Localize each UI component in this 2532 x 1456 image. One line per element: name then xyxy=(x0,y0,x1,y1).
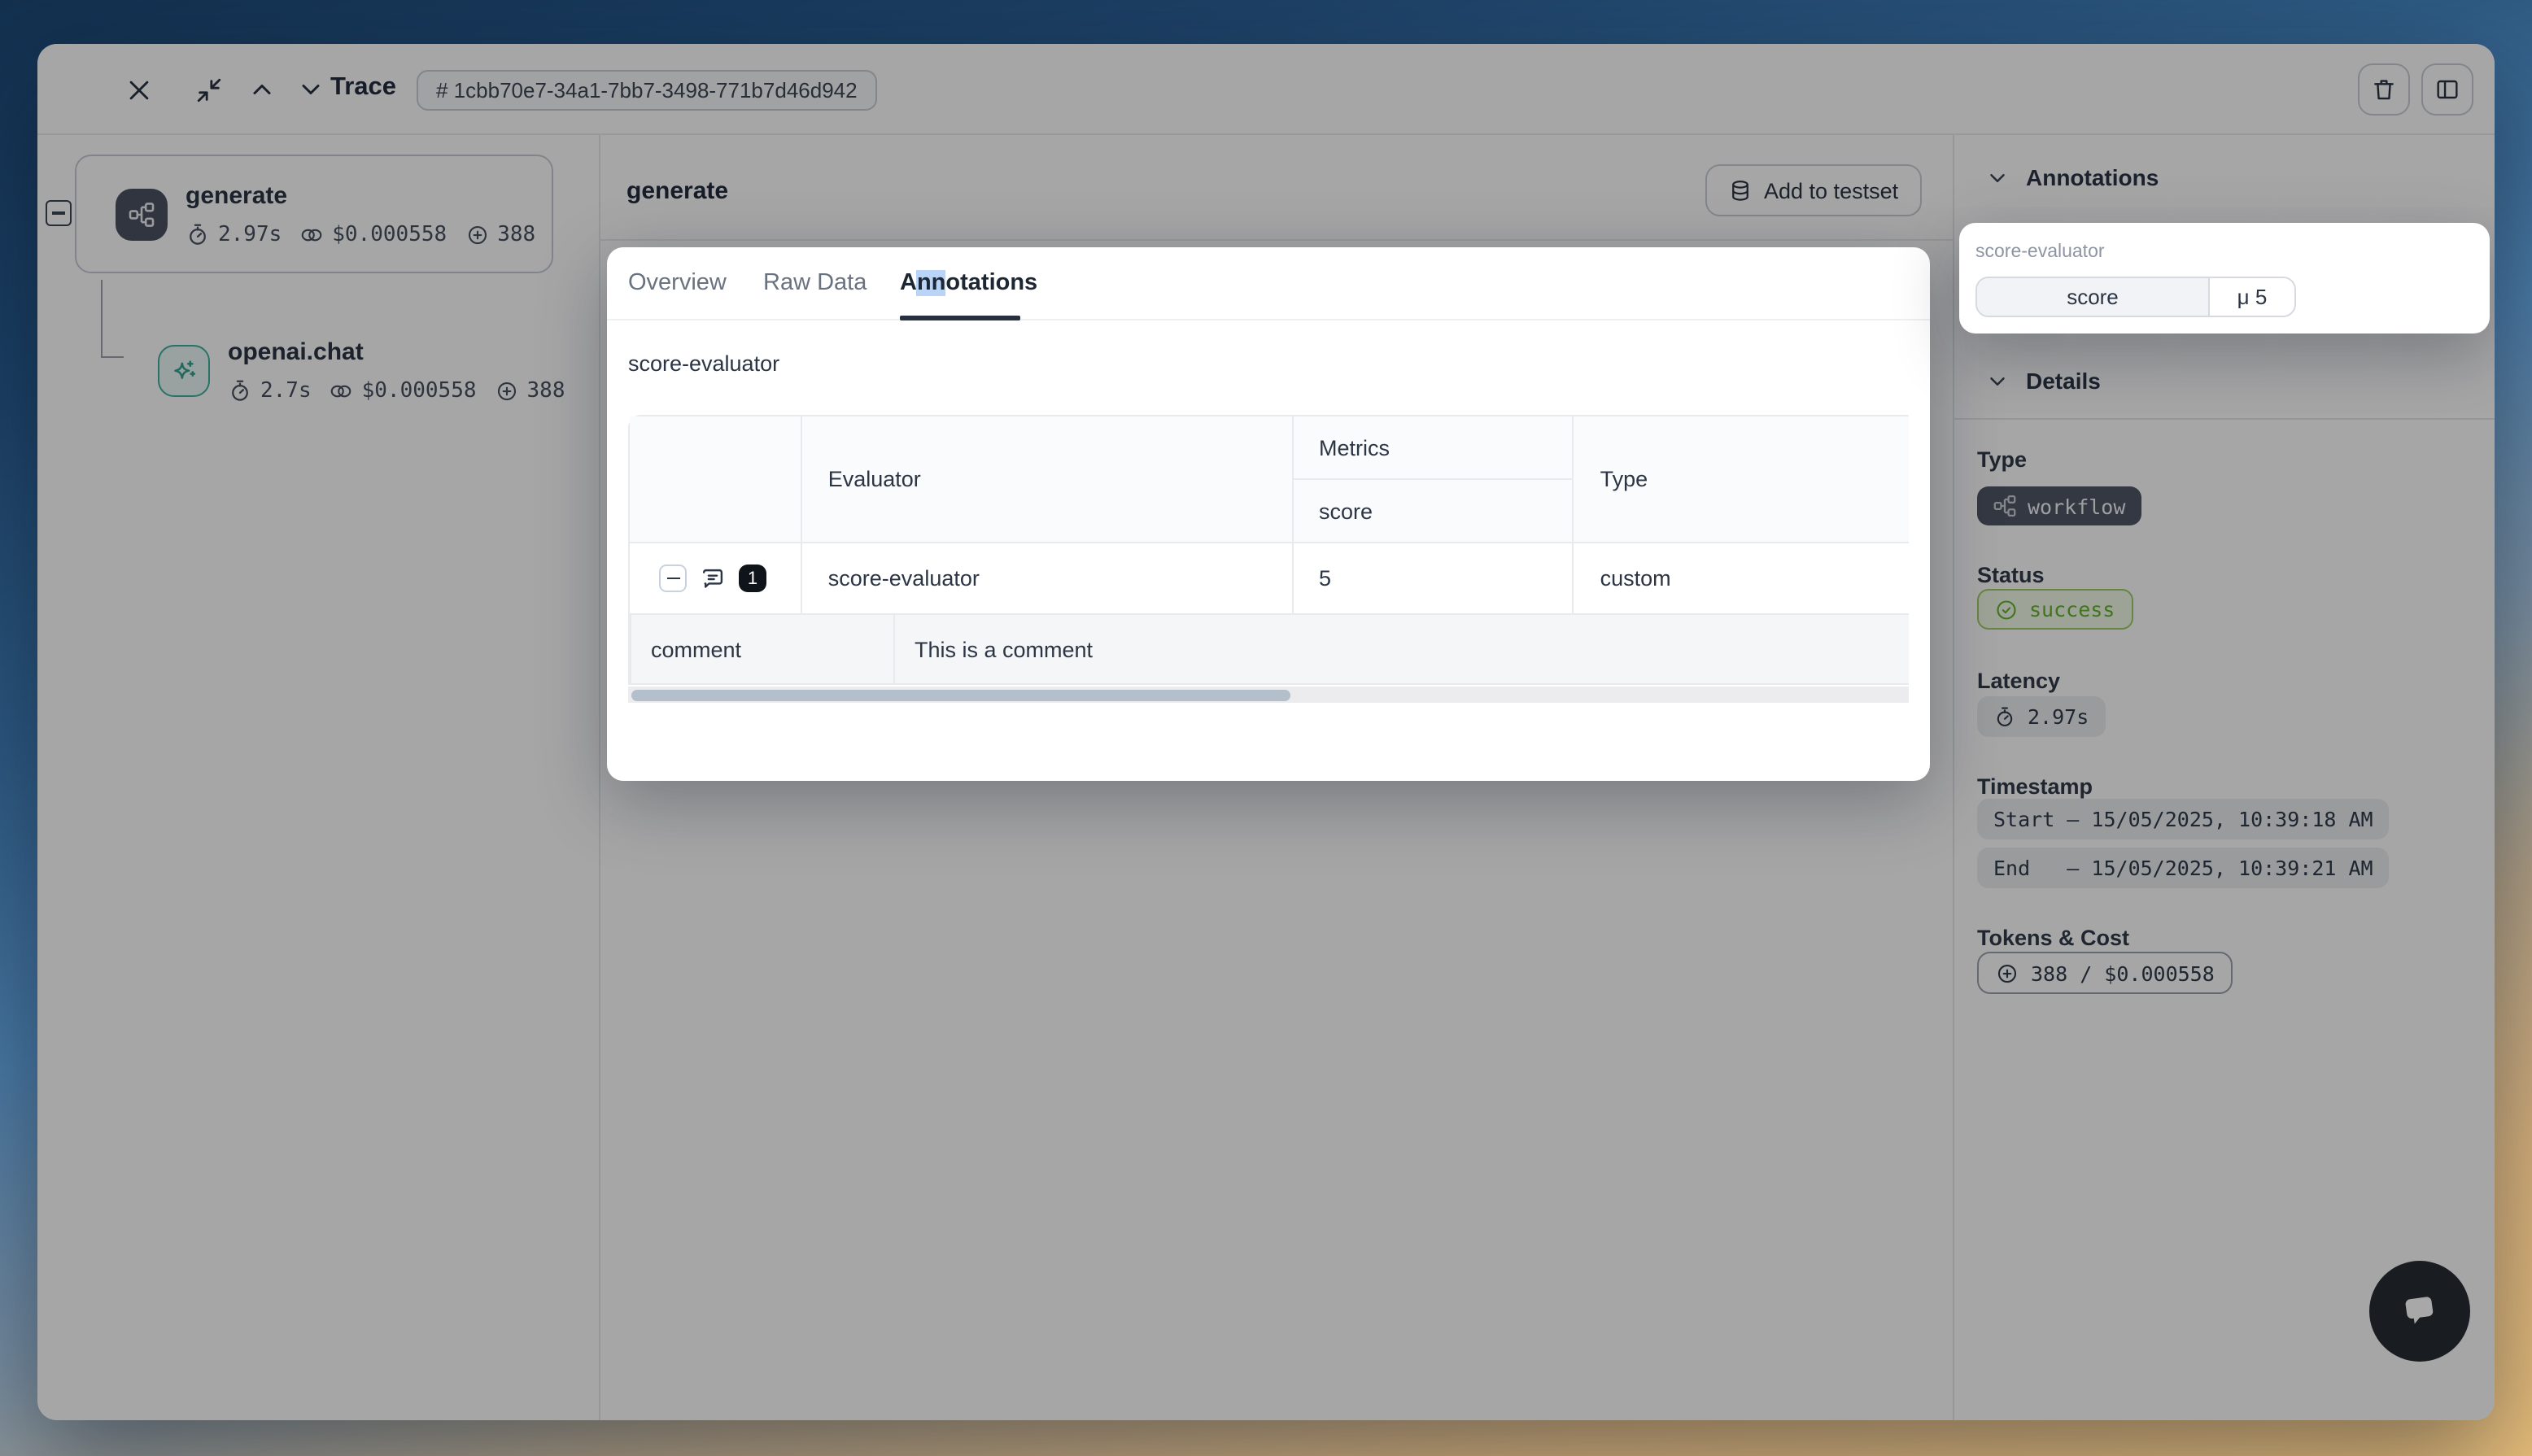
header-cell-metrics: Metrics score xyxy=(1293,416,1574,543)
row-checkbox-indeterminate[interactable] xyxy=(659,565,687,592)
desktop-background: Trace # 1cbb70e7-34a1-7bb7-3498-771b7d46… xyxy=(0,0,2532,1456)
annotation-score-popup: score-evaluator score μ 5 xyxy=(1959,223,2490,333)
tab-annotations[interactable]: Annotations xyxy=(900,270,1037,296)
annotations-tab-panel: Overview Raw Data Annotations score-eval… xyxy=(607,247,1930,781)
popup-evaluator-label: score-evaluator xyxy=(1975,242,2105,262)
scrollbar-thumb[interactable] xyxy=(631,689,1290,700)
annotation-count-badge: 1 xyxy=(739,565,766,592)
horizontal-scrollbar xyxy=(628,687,1909,703)
metric-name: score xyxy=(1977,278,2210,316)
table-row[interactable]: 1 score-evaluator 5 custom xyxy=(630,543,1909,615)
header-cell-type: Type xyxy=(1574,416,1909,543)
comment-icon[interactable] xyxy=(700,565,726,591)
cell-type: custom xyxy=(1574,543,1909,615)
annotations-table: Evaluator Metrics score Type 1 xyxy=(628,415,1909,685)
active-tab-underline xyxy=(900,316,1020,320)
cell-evaluator: score-evaluator xyxy=(802,543,1293,615)
trace-modal: Trace # 1cbb70e7-34a1-7bb7-3498-771b7d46… xyxy=(37,44,2495,1420)
cell-score: 5 xyxy=(1293,543,1574,615)
header-cell-evaluator: Evaluator xyxy=(802,416,1293,543)
comment-value: This is a comment xyxy=(895,615,1909,683)
tab-bar: Overview Raw Data Annotations xyxy=(607,247,1930,320)
comment-key: comment xyxy=(631,615,895,683)
text-selection-highlight: nn xyxy=(917,270,945,296)
metric-value: μ 5 xyxy=(2210,278,2294,316)
tab-raw-data[interactable]: Raw Data xyxy=(763,270,867,296)
evaluator-section-label: score-evaluator xyxy=(628,351,779,376)
header-cell-empty xyxy=(630,416,802,543)
comment-row: comment This is a comment xyxy=(630,615,1909,685)
header-cell-score: score xyxy=(1293,480,1573,543)
tab-overview[interactable]: Overview xyxy=(628,270,727,296)
score-metric-chip[interactable]: score μ 5 xyxy=(1975,277,2296,317)
